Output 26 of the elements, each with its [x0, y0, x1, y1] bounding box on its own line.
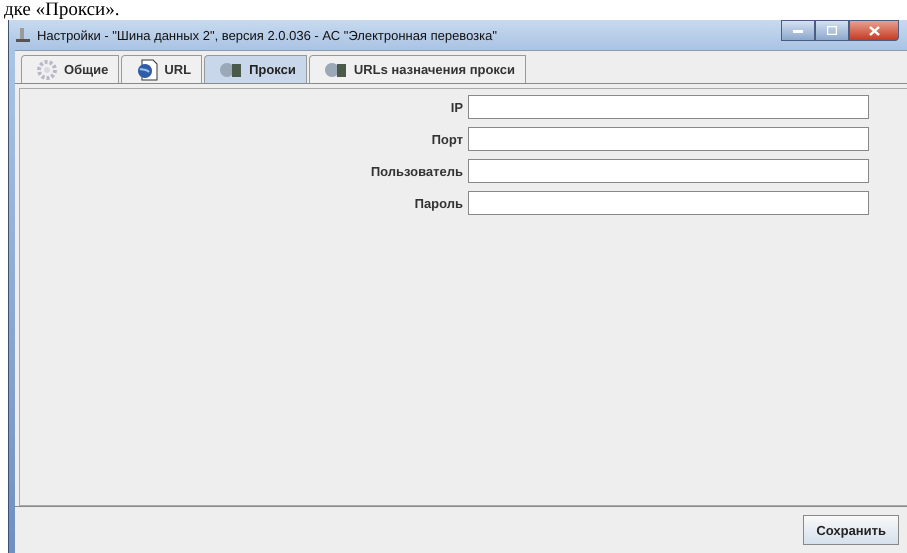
field-label: Пароль [414, 196, 463, 210]
field-label: Пользователь [370, 164, 463, 178]
field-label: IP [450, 100, 463, 114]
input-field[interactable] [468, 191, 869, 215]
gear-icon [36, 58, 58, 80]
app-icon [15, 27, 31, 43]
input-field[interactable] [468, 159, 869, 183]
document-text: дке «Прокси». [3, 0, 120, 20]
input-field[interactable] [468, 95, 869, 119]
globe-server-icon [324, 60, 348, 78]
globe-document-icon [136, 58, 158, 80]
tab[interactable]: URL [121, 55, 202, 83]
globe-server-icon [219, 60, 244, 78]
window-title: Настройки - "Шина данных 2", версия 2.0.036 - АС "Электронная перевозка" [37, 28, 498, 42]
save-button[interactable]: Сохранить [803, 515, 899, 545]
maximize-button[interactable] [815, 20, 849, 41]
minimize-button[interactable] [781, 20, 815, 41]
tab[interactable]: Прокси [204, 55, 307, 83]
field-label: Порт [430, 132, 463, 146]
maximize-icon [827, 26, 837, 35]
tab[interactable]: URLs назначения прокси [308, 55, 526, 83]
close-button[interactable] [849, 20, 899, 41]
close-icon [868, 26, 880, 36]
minimize-icon [793, 28, 803, 32]
tab[interactable]: Общие [21, 55, 120, 83]
input-field[interactable] [468, 127, 869, 151]
